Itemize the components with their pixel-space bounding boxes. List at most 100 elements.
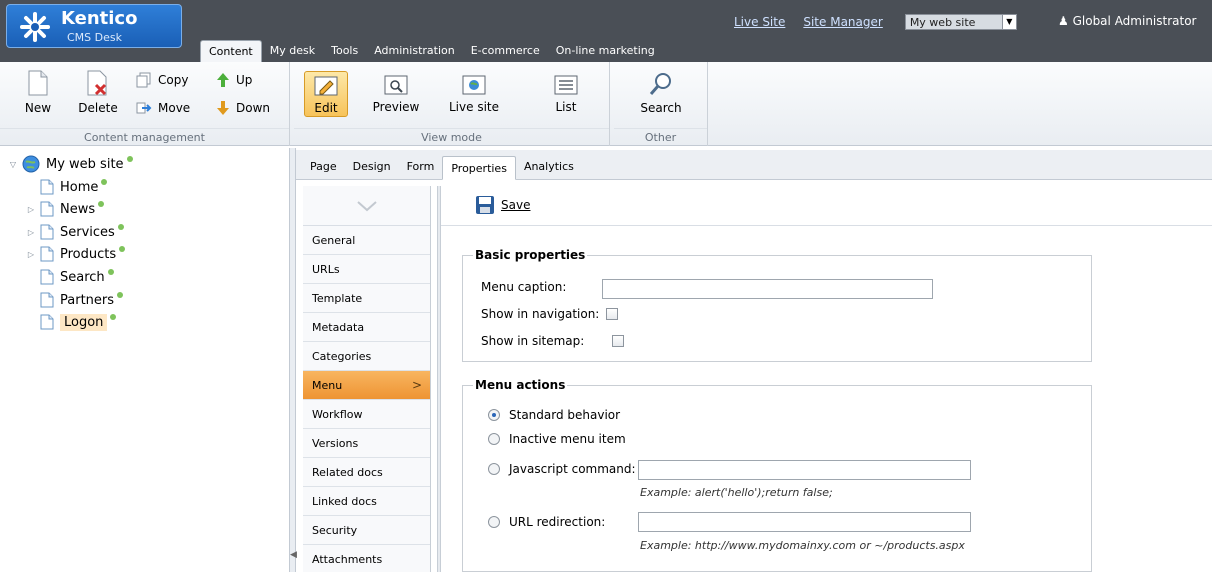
move-label: Move xyxy=(158,101,191,115)
tab-tools[interactable]: Tools xyxy=(323,40,366,62)
properties-content: Save Basic properties Menu caption: Show… xyxy=(441,186,1212,572)
status-dot xyxy=(98,201,105,207)
menu-item-linked-docs[interactable]: Linked docs xyxy=(303,487,430,516)
menu-item-general[interactable]: General xyxy=(303,226,430,255)
basic-properties-legend: Basic properties xyxy=(475,248,586,262)
show-in-navigation-checkbox[interactable] xyxy=(606,308,619,320)
search-button[interactable]: Search xyxy=(636,72,686,115)
tree-node-label: News xyxy=(60,201,96,217)
main-tabs: Content My desk Tools Administration E-c… xyxy=(200,40,663,62)
tree-node-news[interactable]: ▷ News xyxy=(26,199,105,219)
kentico-logo-icon xyxy=(20,12,50,42)
url-redirection-input[interactable] xyxy=(638,512,971,532)
subtab-analytics[interactable]: Analytics xyxy=(516,155,582,179)
view-mode-group: Edit Preview Live site List View mode xyxy=(294,62,610,146)
javascript-command-input[interactable] xyxy=(638,460,971,480)
splitter-arrow-icon[interactable]: ◀ xyxy=(290,550,297,564)
menu-item-workflow[interactable]: Workflow xyxy=(303,400,430,429)
status-dot xyxy=(117,292,124,298)
down-button[interactable]: Down xyxy=(216,100,270,116)
kentico-logo[interactable]: Kentico CMS Desk xyxy=(6,4,182,48)
search-label: Search xyxy=(640,101,682,115)
url-redirection-option[interactable]: URL redirection: xyxy=(488,515,605,529)
status-dot xyxy=(126,156,133,162)
menu-item-menu-label: Menu xyxy=(312,379,343,392)
tree-node-home[interactable]: Home xyxy=(40,177,108,197)
expand-arrow-icon[interactable]: ▷ xyxy=(26,228,36,237)
preview-icon xyxy=(384,75,408,95)
tree-node-label: Logon xyxy=(60,313,108,331)
up-button[interactable]: Up xyxy=(216,72,252,88)
tab-my-desk[interactable]: My desk xyxy=(262,40,323,62)
standard-behavior-option[interactable]: Standard behavior xyxy=(488,408,620,422)
save-button[interactable]: Save xyxy=(475,195,530,215)
menu-item-metadata[interactable]: Metadata xyxy=(303,313,430,342)
page-icon xyxy=(40,292,54,308)
tab-online-marketing[interactable]: On-line marketing xyxy=(548,40,663,62)
site-selector[interactable]: My web site ▼ xyxy=(904,14,1017,30)
javascript-command-option[interactable]: Javascript command: xyxy=(488,462,636,476)
tree-node-search[interactable]: Search xyxy=(40,267,114,287)
menu-item-urls[interactable]: URLs xyxy=(303,255,430,284)
menu-item-versions[interactable]: Versions xyxy=(303,429,430,458)
menu-item-security[interactable]: Security xyxy=(303,516,430,545)
standard-behavior-label: Standard behavior xyxy=(509,408,621,422)
tree-node-products[interactable]: ▷ Products xyxy=(26,244,126,264)
preview-button[interactable]: Preview xyxy=(370,75,422,114)
chevron-down-icon xyxy=(356,200,377,211)
url-redirection-radio[interactable] xyxy=(488,516,500,528)
search-icon xyxy=(649,73,671,95)
edit-button[interactable]: Edit xyxy=(304,71,348,117)
copy-button[interactable]: Copy xyxy=(136,72,188,88)
collapse-arrow-icon[interactable]: ▽ xyxy=(8,160,18,169)
page-icon xyxy=(40,314,54,330)
show-in-sitemap-row: Show in sitemap: xyxy=(481,334,625,348)
standard-behavior-radio[interactable] xyxy=(488,409,500,421)
content-management-group: New Delete Copy Move Up Down Content man… xyxy=(0,62,290,146)
site-manager-link[interactable]: Site Manager xyxy=(803,15,882,29)
tab-content[interactable]: Content xyxy=(200,40,262,62)
subtab-properties[interactable]: Properties xyxy=(442,156,516,180)
current-user[interactable]: ♟ Global Administrator xyxy=(1058,14,1197,28)
url-redirection-example: Example: http://www.mydomainxy.com or ~/… xyxy=(640,539,965,552)
subtab-design[interactable]: Design xyxy=(345,155,399,179)
live-site-button[interactable]: Live site xyxy=(446,75,502,114)
tree-root[interactable]: ▽ My web site xyxy=(8,154,133,174)
menu-item-categories[interactable]: Categories xyxy=(303,342,430,371)
menu-item-template[interactable]: Template xyxy=(303,284,430,313)
tree-node-logon[interactable]: Logon xyxy=(40,312,117,332)
expand-arrow-icon[interactable]: ▷ xyxy=(26,250,36,259)
panel-splitter[interactable] xyxy=(289,148,296,572)
status-dot xyxy=(117,224,124,230)
subtab-page[interactable]: Page xyxy=(302,155,345,179)
tab-e-commerce[interactable]: E-commerce xyxy=(463,40,548,62)
menu-item-menu[interactable]: Menu > xyxy=(303,371,430,400)
new-button[interactable]: New xyxy=(20,70,56,115)
page-icon xyxy=(40,269,54,285)
menu-item-related-docs[interactable]: Related docs xyxy=(303,458,430,487)
show-in-sitemap-checkbox[interactable] xyxy=(612,335,625,347)
menu-item-attachments[interactable]: Attachments xyxy=(303,545,430,572)
show-in-navigation-row: Show in navigation: xyxy=(481,307,619,321)
live-site-link[interactable]: Live Site xyxy=(734,15,785,29)
preview-label: Preview xyxy=(372,100,420,114)
tree-node-partners[interactable]: Partners xyxy=(40,290,124,310)
expand-arrow-icon[interactable]: ▷ xyxy=(26,205,36,214)
tab-administration[interactable]: Administration xyxy=(366,40,463,62)
menu-collapse[interactable] xyxy=(303,186,430,226)
live-site-icon xyxy=(462,75,486,95)
tree-node-services[interactable]: ▷ Services xyxy=(26,222,124,242)
subtab-form[interactable]: Form xyxy=(399,155,443,179)
menu-caption-input[interactable] xyxy=(602,279,933,299)
down-label: Down xyxy=(236,101,271,115)
top-header: Kentico CMS Desk Live Site Site Manager … xyxy=(0,0,1212,62)
inactive-item-option[interactable]: Inactive menu item xyxy=(488,432,626,446)
list-icon xyxy=(554,75,578,95)
other-caption: Other xyxy=(614,128,707,144)
javascript-command-radio[interactable] xyxy=(488,463,500,475)
inactive-item-radio[interactable] xyxy=(488,433,500,445)
move-button[interactable]: Move xyxy=(136,100,190,116)
delete-button[interactable]: Delete xyxy=(76,70,120,115)
arrow-down-icon xyxy=(217,101,229,115)
list-button[interactable]: List xyxy=(546,75,586,114)
